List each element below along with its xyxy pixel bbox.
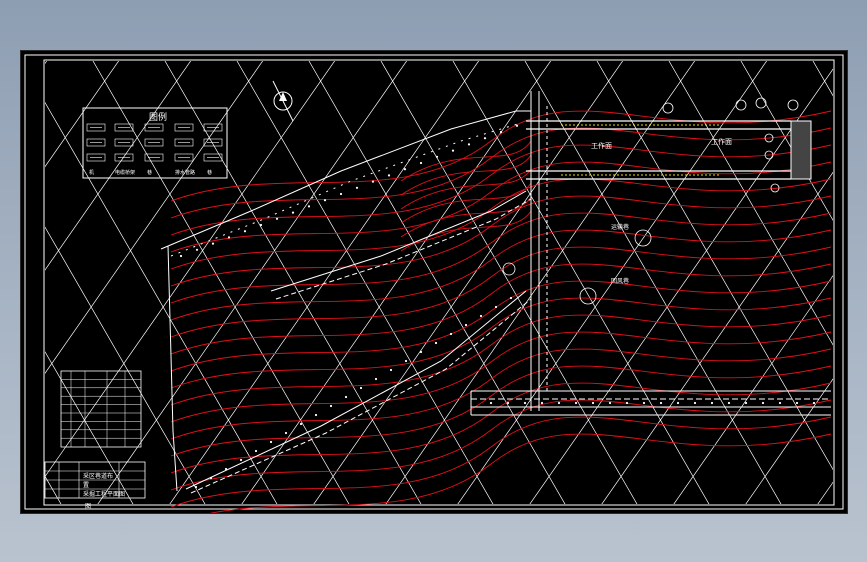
legend-caption-1: 机 [89,169,94,176]
mine-plan-drawing: 图例 机 电缆桥架 巷 排水管路 巷 工作面 工作面 运输巷 回风巷 采区巷道布… [24,54,844,513]
legend-caption-5: 巷 [207,170,212,176]
inner-frame [43,59,835,506]
legend-caption-2: 电缆桥架 [115,169,135,176]
diagonal-roadways [185,190,532,494]
north-arrow [272,80,294,122]
borehole-table [60,370,142,448]
title-line-3: 采掘工程平面图 [83,490,125,498]
legend-title: 图例 [149,111,167,123]
drawing-sheet: 图例 机 电缆桥架 巷 排水管路 巷 工作面 工作面 运输巷 回风巷 采区巷道布… [20,50,848,514]
title-mark: 图 [85,503,91,510]
legend-caption-4: 排水管路 [175,169,195,176]
legend-caption-3: 巷 [147,170,152,176]
title-line-2: 置 [83,482,89,489]
coal-pillar-block [790,120,812,180]
roadway-label-a: 运输巷 [611,223,629,231]
workface-label-2: 工作面 [711,137,732,146]
roadway-label-b: 回风巷 [611,277,629,285]
workface-label-1: 工作面 [591,141,612,150]
title-line-1: 采区巷道布 [83,472,113,480]
